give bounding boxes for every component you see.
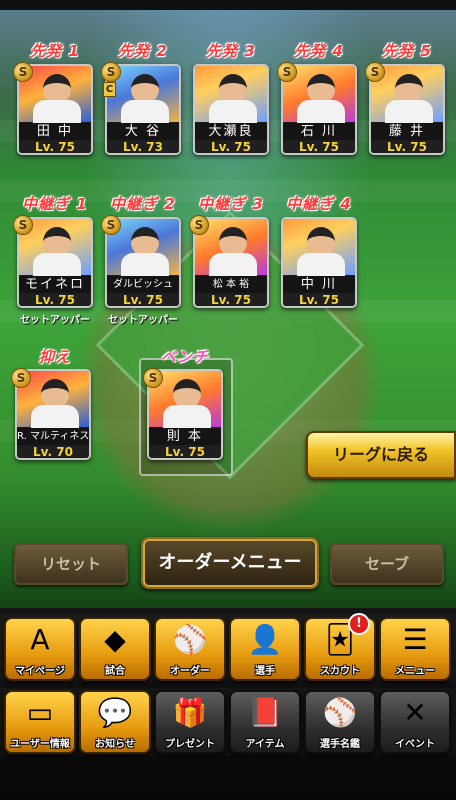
- player-level: Lv. 75: [19, 293, 91, 306]
- starters-role-label-4: 先発 4: [294, 42, 344, 60]
- player-book-icon: ⚾: [322, 696, 358, 729]
- closer-role-label: 抑え: [38, 348, 71, 366]
- item-icon: 📕: [247, 696, 283, 729]
- present-icon: 🎁: [172, 696, 208, 729]
- relievers-role-label-4: 中継ぎ 4: [286, 195, 352, 213]
- rank-s-badge: S: [13, 215, 33, 235]
- menu-tile-label: 選手: [255, 666, 275, 677]
- rank-s-badge: S: [101, 215, 121, 235]
- player-level: Lv. 75: [19, 140, 91, 153]
- starters-role-label-1: 先発 1: [30, 42, 80, 60]
- menu-tile-item[interactable]: 📕 アイテム: [229, 690, 301, 754]
- relievers-role-label-3: 中継ぎ 3: [198, 195, 264, 213]
- notice-icon: 💬: [97, 696, 133, 729]
- menu-tile-label: メニュー: [395, 666, 435, 677]
- menu-tile-label: お知らせ: [95, 739, 135, 750]
- player-name: 田 中: [19, 123, 91, 140]
- menu-tile-label: ユーザー情報: [10, 739, 70, 750]
- menu-tile-order[interactable]: ⚾ オーダー: [154, 617, 226, 681]
- order-menu-button[interactable]: オーダーメニュー: [141, 537, 319, 589]
- player-level: Lv. 75: [371, 140, 443, 153]
- rank-c-badge: C: [103, 82, 116, 97]
- player-name: 中 川: [283, 276, 355, 293]
- player-name: 大瀬良: [195, 123, 267, 140]
- rank-s-badge: S: [101, 62, 121, 82]
- menu-tile-label: スカウト: [320, 666, 360, 677]
- menu-tile-player[interactable]: 👤 選手: [229, 617, 301, 681]
- player-name: 松 本 裕: [195, 276, 267, 293]
- user-info-icon: ▭: [26, 696, 54, 729]
- menu-tile-label: 試合: [105, 666, 125, 677]
- game-screen: 先発 1田 中 Lv. 75 S 先発 2大 谷 Lv. 73 S C 先発 3 大瀬良 Lv. …: [0, 0, 456, 800]
- bench-name: 則 本: [149, 428, 221, 445]
- player-name: モイネロ: [19, 276, 91, 293]
- player-name: ダルビッシュ: [107, 276, 179, 293]
- menu-tile-label: アイテム: [245, 739, 285, 750]
- reset-button[interactable]: リセット: [14, 543, 128, 585]
- menu-tile-notice[interactable]: 💬 お知らせ: [79, 690, 151, 754]
- menu-tile-label: 選手名鑑: [320, 739, 360, 750]
- starters-role-label-5: 先発 5: [382, 42, 432, 60]
- starters-role-label-3: 先発 3: [206, 42, 256, 60]
- menu-tile-my-page[interactable]: A マイページ: [4, 617, 76, 681]
- player-name: 大 谷: [107, 123, 179, 140]
- menu-icon: ☰: [402, 623, 428, 656]
- menu-tile-player-book[interactable]: ⚾ 選手名鑑: [304, 690, 376, 754]
- rank-s-badge: S: [11, 368, 31, 388]
- starters-role-label-2: 先発 2: [118, 42, 168, 60]
- rank-s-badge: S: [143, 368, 163, 388]
- rank-s-badge: S: [277, 62, 297, 82]
- menu-tile-user-info[interactable]: ▭ ユーザー情報: [4, 690, 76, 754]
- player-level: Lv. 75: [195, 293, 267, 306]
- bench-level: Lv. 75: [149, 445, 221, 458]
- player-name: 石 川: [283, 123, 355, 140]
- closer-level: Lv. 70: [17, 445, 89, 458]
- save-button[interactable]: セーブ: [330, 543, 444, 585]
- player-level: Lv. 75: [195, 140, 267, 153]
- rank-s-badge: S: [189, 215, 209, 235]
- closer-name: R. マルティネス: [17, 428, 89, 445]
- order-icon: ⚾: [172, 623, 208, 656]
- setup-role-label: セットアッパー: [20, 315, 90, 326]
- menu-tile-present[interactable]: 🎁 プレゼント: [154, 690, 226, 754]
- my-page-icon: A: [30, 623, 50, 656]
- player-name: 藤 井: [371, 123, 443, 140]
- relievers-role-label-2: 中継ぎ 2: [110, 195, 176, 213]
- player-level: Lv. 75: [283, 293, 355, 306]
- menu-tile-event[interactable]: ✕ イベント: [379, 690, 451, 754]
- player-icon: 👤: [247, 623, 283, 656]
- relievers-role-label-1: 中継ぎ 1: [22, 195, 88, 213]
- rank-s-badge: S: [365, 62, 385, 82]
- relievers-card-4[interactable]: 中 川 Lv. 75: [281, 217, 357, 308]
- rank-s-badge: S: [13, 62, 33, 82]
- top-status-bar: [0, 0, 456, 10]
- player-level: Lv. 75: [107, 293, 179, 306]
- menu-tile-label: オーダー: [170, 666, 210, 677]
- back-to-league-button[interactable]: リーグに戻る: [306, 431, 456, 479]
- player-level: Lv. 73: [107, 140, 179, 153]
- scout-notification-badge: !: [348, 613, 370, 635]
- setup-role-label: セットアッパー: [108, 315, 178, 326]
- menu-tile-label: プレゼント: [165, 739, 215, 750]
- menu-tile-menu[interactable]: ☰ メニュー: [379, 617, 451, 681]
- starters-card-3[interactable]: 大瀬良 Lv. 75: [193, 64, 269, 155]
- menu-tile-label: イベント: [395, 739, 435, 750]
- menu-tile-label: マイページ: [15, 666, 65, 677]
- bench-role-label: ベンチ: [160, 348, 209, 366]
- menu-tile-stadium[interactable]: ◆ 試合: [79, 617, 151, 681]
- stadium-icon: ◆: [104, 623, 126, 656]
- player-level: Lv. 75: [283, 140, 355, 153]
- event-icon: ✕: [403, 696, 427, 729]
